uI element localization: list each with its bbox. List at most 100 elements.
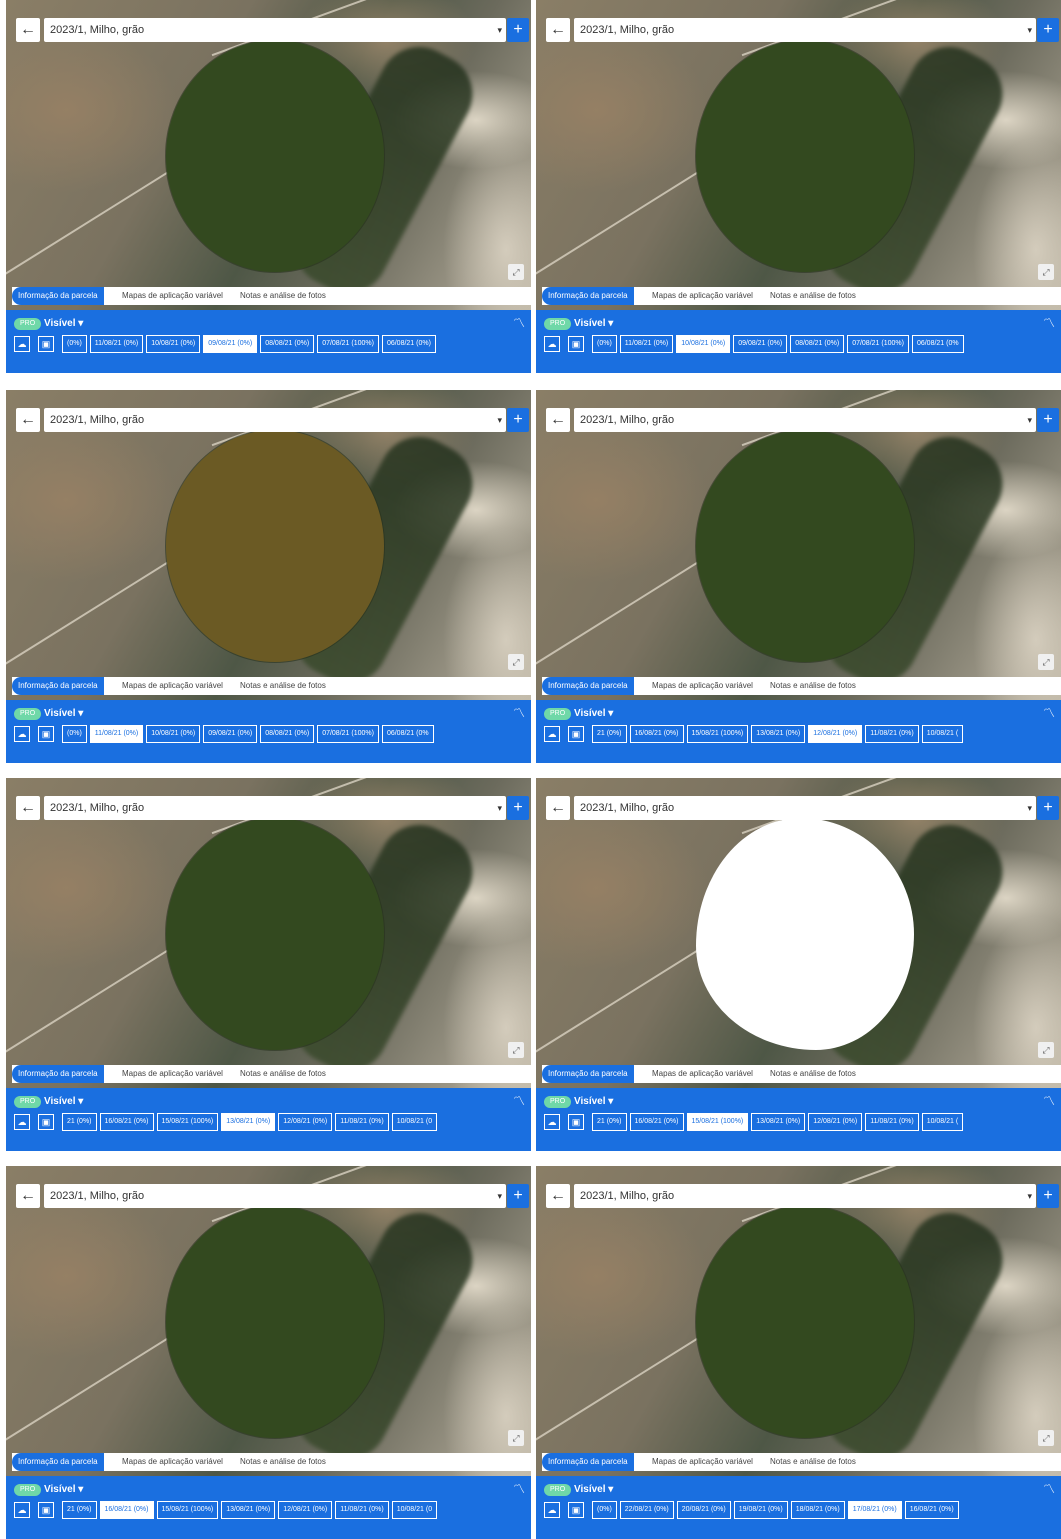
- tab-variable-maps[interactable]: Mapas de aplicação variável: [122, 287, 223, 305]
- cloud-filter-icon[interactable]: ☁: [14, 726, 30, 742]
- expand-icon[interactable]: ⤢: [1038, 1430, 1054, 1446]
- date-chip[interactable]: 16/08/21 (0%): [629, 1113, 684, 1131]
- tab-notes-photos[interactable]: Notas e análise de fotos: [240, 677, 326, 695]
- expand-icon[interactable]: ⤢: [508, 654, 524, 670]
- date-chip[interactable]: (0%): [592, 1501, 617, 1519]
- date-chip[interactable]: 21 (0%): [62, 1501, 97, 1519]
- satellite-map[interactable]: ⤢: [536, 0, 1061, 310]
- chart-icon[interactable]: 〽: [1043, 1092, 1055, 1110]
- date-chip[interactable]: 13/08/21 (0%): [751, 1113, 806, 1131]
- cloud-filter-icon[interactable]: ☁: [14, 1114, 30, 1130]
- cloud-filter-icon[interactable]: ☁: [544, 1114, 560, 1130]
- calendar-icon[interactable]: ▣: [568, 1114, 584, 1130]
- tab-variable-maps[interactable]: Mapas de aplicação variável: [652, 287, 753, 305]
- tab-variable-maps[interactable]: Mapas de aplicação variável: [122, 1065, 223, 1083]
- layer-select[interactable]: Visível ▾: [574, 315, 613, 333]
- add-button[interactable]: +: [507, 796, 529, 820]
- date-chip[interactable]: 09/08/21 (0%): [733, 335, 788, 353]
- tab-parcel-info[interactable]: Informação da parcela: [542, 1065, 634, 1083]
- cloud-filter-icon[interactable]: ☁: [544, 336, 560, 352]
- crop-season-select[interactable]: 2023/1, Milho, grão ▾: [44, 18, 506, 42]
- chart-icon[interactable]: 〽: [1043, 704, 1055, 722]
- field-polygon[interactable]: [696, 1206, 914, 1438]
- tab-parcel-info[interactable]: Informação da parcela: [12, 287, 104, 305]
- date-chip[interactable]: 18/08/21 (0%): [790, 1501, 845, 1519]
- back-arrow-icon[interactable]: ←: [546, 18, 570, 42]
- tab-parcel-info[interactable]: Informação da parcela: [12, 677, 104, 695]
- date-chip[interactable]: 07/08/21 (100%): [317, 725, 379, 743]
- date-chip[interactable]: 17/08/21 (0%): [847, 1501, 902, 1519]
- add-button[interactable]: +: [1037, 18, 1059, 42]
- expand-icon[interactable]: ⤢: [1038, 264, 1054, 280]
- satellite-map[interactable]: ⤢: [6, 0, 531, 310]
- back-arrow-icon[interactable]: ←: [16, 408, 40, 432]
- date-chip[interactable]: 16/08/21 (0%): [904, 1501, 959, 1519]
- calendar-icon[interactable]: ▣: [568, 336, 584, 352]
- date-chip[interactable]: 13/08/21 (0%): [221, 1113, 276, 1131]
- layer-select[interactable]: Visível ▾: [574, 705, 613, 723]
- field-polygon[interactable]: [696, 818, 914, 1050]
- tab-variable-maps[interactable]: Mapas de aplicação variável: [652, 1065, 753, 1083]
- crop-season-select[interactable]: 2023/1, Milho, grão ▾: [44, 796, 506, 820]
- add-button[interactable]: +: [1037, 408, 1059, 432]
- date-chip[interactable]: 10/08/21 (: [921, 725, 964, 743]
- crop-season-select[interactable]: 2023/1, Milho, grão ▾: [574, 796, 1036, 820]
- date-chip[interactable]: 09/08/21 (0%): [203, 335, 258, 353]
- layer-select[interactable]: Visível ▾: [44, 1481, 83, 1499]
- expand-icon[interactable]: ⤢: [508, 1042, 524, 1058]
- date-chip[interactable]: 13/08/21 (0%): [221, 1501, 276, 1519]
- tab-notes-photos[interactable]: Notas e análise de fotos: [770, 1453, 856, 1471]
- add-button[interactable]: +: [507, 408, 529, 432]
- date-chip[interactable]: 08/08/21 (0%): [260, 725, 315, 743]
- tab-notes-photos[interactable]: Notas e análise de fotos: [770, 287, 856, 305]
- date-chip[interactable]: 11/08/21 (0%): [335, 1113, 389, 1131]
- date-chip[interactable]: 10/08/21 (0: [391, 1113, 438, 1131]
- field-polygon[interactable]: [696, 40, 914, 272]
- date-chip[interactable]: 21 (0%): [592, 725, 627, 743]
- date-chip[interactable]: 12/08/21 (0%): [278, 1113, 333, 1131]
- field-polygon[interactable]: [166, 818, 384, 1050]
- date-chip[interactable]: 11/08/21 (0%): [865, 725, 919, 743]
- tab-parcel-info[interactable]: Informação da parcela: [12, 1065, 104, 1083]
- back-arrow-icon[interactable]: ←: [16, 1184, 40, 1208]
- add-button[interactable]: +: [1037, 796, 1059, 820]
- crop-season-select[interactable]: 2023/1, Milho, grão ▾: [574, 408, 1036, 432]
- date-chip[interactable]: 12/08/21 (0%): [278, 1501, 333, 1519]
- crop-season-select[interactable]: 2023/1, Milho, grão ▾: [44, 408, 506, 432]
- chart-icon[interactable]: 〽: [513, 1480, 525, 1498]
- date-chip[interactable]: (0%): [62, 335, 87, 353]
- expand-icon[interactable]: ⤢: [508, 1430, 524, 1446]
- tab-parcel-info[interactable]: Informação da parcela: [542, 677, 634, 695]
- tab-parcel-info[interactable]: Informação da parcela: [542, 1453, 634, 1471]
- calendar-icon[interactable]: ▣: [38, 1502, 54, 1518]
- date-chip[interactable]: 21 (0%): [62, 1113, 97, 1131]
- satellite-map[interactable]: ⤢: [6, 778, 531, 1088]
- date-chip[interactable]: 07/08/21 (100%): [847, 335, 909, 353]
- date-chip[interactable]: 11/08/21 (0%): [865, 1113, 919, 1131]
- date-chip[interactable]: 15/08/21 (100%): [156, 1113, 219, 1131]
- crop-season-select[interactable]: 2023/1, Milho, grão ▾: [574, 18, 1036, 42]
- date-chip[interactable]: 10/08/21 (: [921, 1113, 964, 1131]
- satellite-map[interactable]: ⤢: [536, 390, 1061, 700]
- expand-icon[interactable]: ⤢: [1038, 1042, 1054, 1058]
- date-chip[interactable]: 19/08/21 (0%): [733, 1501, 788, 1519]
- field-polygon[interactable]: [166, 1206, 384, 1438]
- cloud-filter-icon[interactable]: ☁: [544, 1502, 560, 1518]
- back-arrow-icon[interactable]: ←: [16, 18, 40, 42]
- calendar-icon[interactable]: ▣: [568, 726, 584, 742]
- layer-select[interactable]: Visível ▾: [574, 1093, 613, 1111]
- layer-select[interactable]: Visível ▾: [44, 705, 83, 723]
- date-chip[interactable]: 12/08/21 (0%): [808, 1113, 863, 1131]
- tab-variable-maps[interactable]: Mapas de aplicação variável: [122, 1453, 223, 1471]
- tab-parcel-info[interactable]: Informação da parcela: [542, 287, 634, 305]
- cloud-filter-icon[interactable]: ☁: [14, 1502, 30, 1518]
- satellite-map[interactable]: ⤢: [6, 1166, 531, 1476]
- date-chip[interactable]: (0%): [592, 335, 617, 353]
- back-arrow-icon[interactable]: ←: [546, 408, 570, 432]
- date-chip[interactable]: 11/08/21 (0%): [89, 725, 144, 743]
- tab-variable-maps[interactable]: Mapas de aplicação variável: [652, 1453, 753, 1471]
- tab-variable-maps[interactable]: Mapas de aplicação variável: [652, 677, 753, 695]
- date-chip[interactable]: 11/08/21 (0%): [619, 335, 674, 353]
- chart-icon[interactable]: 〽: [513, 704, 525, 722]
- tab-variable-maps[interactable]: Mapas de aplicação variável: [122, 677, 223, 695]
